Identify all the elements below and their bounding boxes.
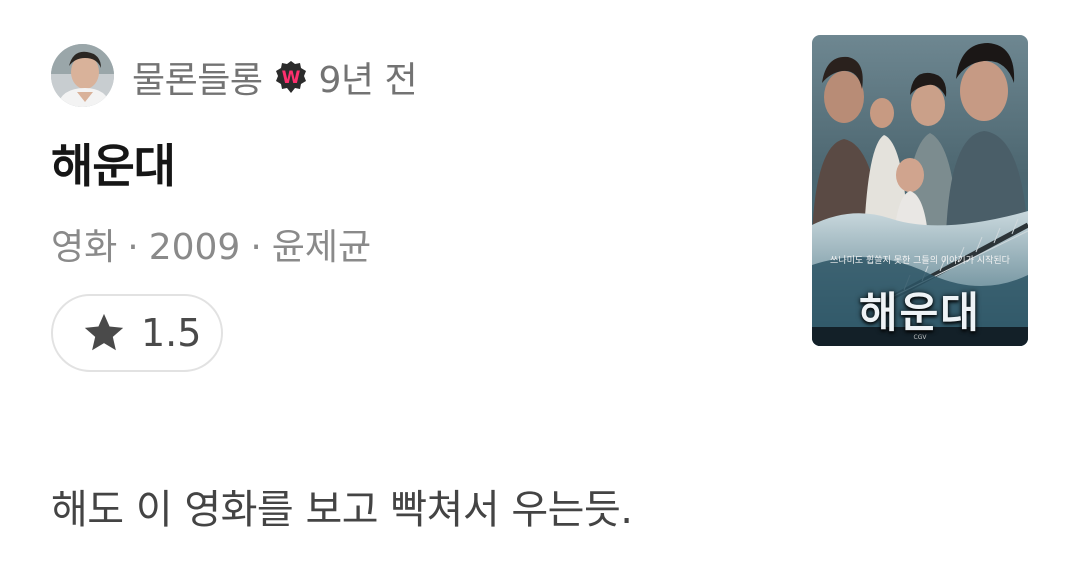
rating-value: 1.5 [141, 311, 202, 355]
review-time: 9년 전 [318, 60, 418, 101]
poster-tagline: 쓰나미도 휩쓸지 못한 그들의 이야기가 시작된다 [830, 256, 1010, 266]
user-avatar[interactable] [51, 44, 114, 107]
svg-text:W: W [282, 68, 301, 88]
meta-separator: · [127, 227, 139, 268]
poster-title: 해운대 [859, 288, 981, 337]
movie-category: 영화 [51, 227, 118, 268]
rating-badge: 1.5 [51, 294, 223, 372]
review-header: 물론들롱 W 9년 전 [132, 51, 418, 103]
watcha-badge-icon: W [274, 60, 308, 94]
movie-meta: 영화 · 2009 · 윤제균 [51, 222, 371, 274]
username[interactable]: 물론들롱 [132, 51, 263, 103]
meta-separator: · [250, 227, 262, 268]
review-card[interactable]: 물론들롱 W 9년 전 해운대 영화 · 2009 · 윤제균 1.5 CGV … [0, 0, 1080, 574]
movie-poster[interactable]: CGV 쓰나미도 휩쓸지 못한 그들의 이야기가 시작된다 해운대 [812, 35, 1028, 346]
movie-title[interactable]: 해운대 [51, 134, 176, 198]
star-icon [81, 310, 127, 356]
movie-year: 2009 [148, 227, 241, 268]
review-comment[interactable]: 해도 이 영화를 보고 빡쳐서 우는듯. [51, 480, 633, 540]
movie-director: 윤제균 [271, 227, 372, 268]
